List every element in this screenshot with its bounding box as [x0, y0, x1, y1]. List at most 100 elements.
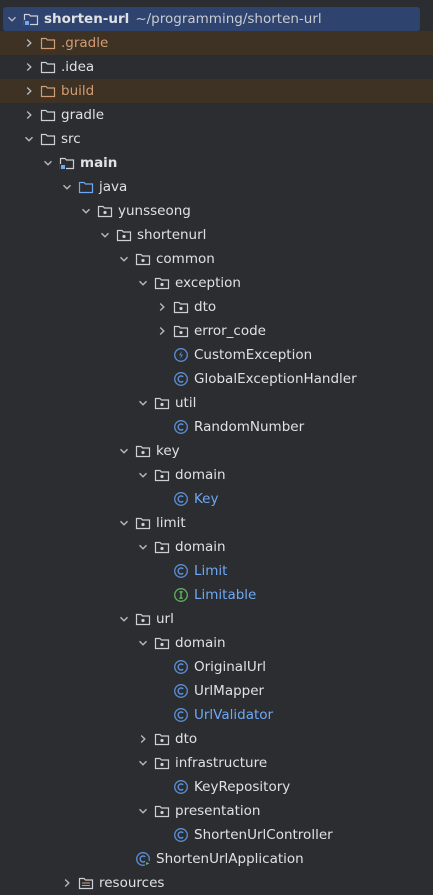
chevron-right-icon[interactable]: [155, 319, 169, 343]
tree-item-url-mapper[interactable]: UrlMapper: [0, 679, 433, 703]
excluded-folder-icon: [40, 35, 56, 51]
chevron-down-icon[interactable]: [5, 7, 19, 31]
tree-item-url-dto[interactable]: dto: [0, 727, 433, 751]
tree-item-util[interactable]: util: [0, 391, 433, 415]
tree-item-yunsseong[interactable]: yunsseong: [0, 199, 433, 223]
chevron-down-icon[interactable]: [136, 751, 150, 775]
item-label: error_code: [194, 323, 266, 339]
chevron-down-icon[interactable]: [22, 127, 36, 151]
tree-item-java[interactable]: java: [0, 175, 433, 199]
item-label: OriginalUrl: [194, 659, 267, 675]
chevron-down-icon[interactable]: [79, 199, 93, 223]
excluded-folder-icon: [40, 83, 56, 99]
tree-item-shorten-url-application[interactable]: ShortenUrlApplication: [0, 847, 433, 871]
package-icon: [173, 323, 189, 339]
tree-item-custom-exception[interactable]: CustomException: [0, 343, 433, 367]
class-icon: [173, 371, 189, 387]
tree-item-random-number[interactable]: RandomNumber: [0, 415, 433, 439]
item-label: src: [61, 131, 81, 147]
tree-item-src[interactable]: src: [0, 127, 433, 151]
tree-item-exception[interactable]: exception: [0, 271, 433, 295]
class-icon: [173, 419, 189, 435]
tree-item-error-code[interactable]: error_code: [0, 319, 433, 343]
module-folder-icon: [23, 11, 39, 27]
chevron-down-icon[interactable]: [136, 799, 150, 823]
chevron-down-icon[interactable]: [136, 631, 150, 655]
tree-item-build[interactable]: build: [0, 79, 433, 103]
tree-item-limit-domain[interactable]: domain: [0, 535, 433, 559]
chevron-down-icon[interactable]: [41, 151, 55, 175]
tree-item-key[interactable]: key: [0, 439, 433, 463]
tree-item-gradle[interactable]: gradle: [0, 103, 433, 127]
tree-item-dot-idea[interactable]: .idea: [0, 55, 433, 79]
folder-icon: [40, 59, 56, 75]
project-tree: shorten-url ~/programming/shorten-url .g…: [0, 0, 433, 894]
chevron-right-icon[interactable]: [22, 31, 36, 55]
package-icon: [173, 299, 189, 315]
item-label: yunsseong: [118, 203, 191, 219]
package-icon: [154, 467, 170, 483]
tree-item-original-url[interactable]: OriginalUrl: [0, 655, 433, 679]
tree-item-presentation[interactable]: presentation: [0, 799, 433, 823]
class-icon: [173, 779, 189, 795]
class-icon: [173, 683, 189, 699]
item-label: infrastructure: [175, 755, 268, 771]
tree-item-limit[interactable]: limit: [0, 511, 433, 535]
item-label: exception: [175, 275, 241, 291]
item-label: .idea: [61, 59, 95, 75]
package-icon: [135, 443, 151, 459]
chevron-down-icon[interactable]: [136, 271, 150, 295]
tree-item-url[interactable]: url: [0, 607, 433, 631]
chevron-right-icon[interactable]: [60, 871, 74, 895]
tree-item-dot-gradle[interactable]: .gradle: [0, 31, 433, 55]
item-label: main: [80, 155, 118, 171]
chevron-right-icon[interactable]: [22, 103, 36, 127]
package-icon: [154, 803, 170, 819]
chevron-down-icon[interactable]: [60, 175, 74, 199]
item-label: domain: [175, 539, 226, 555]
tree-item-shorten-url-controller[interactable]: ShortenUrlController: [0, 823, 433, 847]
tree-item-exception-dto[interactable]: dto: [0, 295, 433, 319]
chevron-down-icon[interactable]: [117, 607, 131, 631]
class-icon: [173, 563, 189, 579]
item-label: CustomException: [194, 347, 313, 363]
tree-item-url-validator[interactable]: UrlValidator: [0, 703, 433, 727]
tree-item-resources[interactable]: resources: [0, 871, 433, 895]
chevron-down-icon[interactable]: [98, 223, 112, 247]
item-label: Limitable: [194, 587, 257, 603]
chevron-down-icon[interactable]: [136, 391, 150, 415]
chevron-right-icon[interactable]: [22, 79, 36, 103]
item-label: ShortenUrlController: [194, 827, 333, 843]
tree-item-shortenurl[interactable]: shortenurl: [0, 223, 433, 247]
chevron-down-icon[interactable]: [117, 247, 131, 271]
interface-icon: [173, 587, 189, 603]
chevron-right-icon[interactable]: [155, 295, 169, 319]
tree-item-common[interactable]: common: [0, 247, 433, 271]
package-icon: [116, 227, 132, 243]
chevron-down-icon[interactable]: [136, 535, 150, 559]
item-label: Key: [194, 491, 219, 507]
tree-item-limit-class[interactable]: Limit: [0, 559, 433, 583]
chevron-down-icon[interactable]: [117, 511, 131, 535]
tree-item-main[interactable]: main: [0, 151, 433, 175]
item-label: .gradle: [61, 35, 109, 51]
item-label: KeyRepository: [194, 779, 291, 795]
tree-item-global-exception-handler[interactable]: GlobalExceptionHandler: [0, 367, 433, 391]
chevron-right-icon[interactable]: [136, 727, 150, 751]
tree-item-limitable[interactable]: Limitable: [0, 583, 433, 607]
class-icon: [173, 491, 189, 507]
tree-item-infrastructure[interactable]: infrastructure: [0, 751, 433, 775]
tree-item-key-domain[interactable]: domain: [0, 463, 433, 487]
tree-item-key-repository[interactable]: KeyRepository: [0, 775, 433, 799]
tree-root-shorten-url[interactable]: shorten-url ~/programming/shorten-url: [3, 7, 420, 31]
chevron-right-icon[interactable]: [22, 55, 36, 79]
item-label: domain: [175, 467, 226, 483]
chevron-down-icon[interactable]: [136, 463, 150, 487]
item-label: RandomNumber: [194, 419, 305, 435]
package-icon: [97, 203, 113, 219]
item-label: Limit: [194, 563, 228, 579]
tree-item-key-class[interactable]: Key: [0, 487, 433, 511]
tree-item-url-domain[interactable]: domain: [0, 631, 433, 655]
chevron-down-icon[interactable]: [117, 439, 131, 463]
item-label: common: [156, 251, 215, 267]
